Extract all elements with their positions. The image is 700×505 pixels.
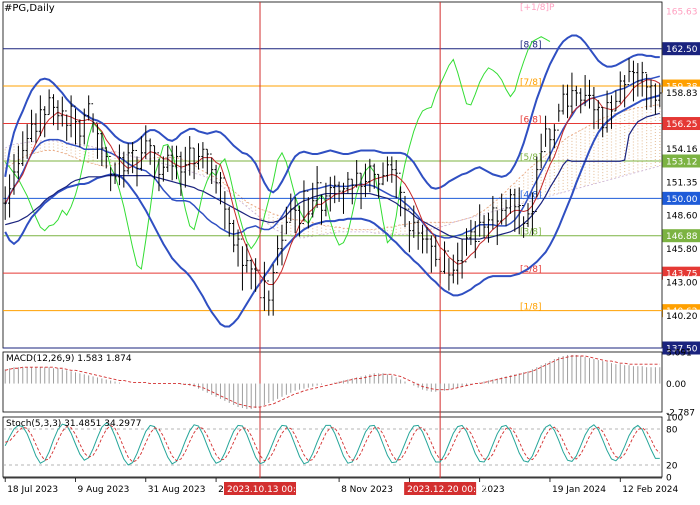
date-marker-label: 2023.12.20 00:00 <box>404 482 488 495</box>
price-axis-label-text: 151.35 <box>666 179 698 189</box>
price-axis-label-text: 165.63 <box>666 8 698 18</box>
price-axis-label: 140.20 <box>663 309 700 322</box>
murrey-level-label: [5/8] <box>520 153 542 163</box>
price-axis-label: 165.63 <box>663 5 700 18</box>
price-axis-label: 151.35 <box>663 176 700 189</box>
stochastic-axis-label: 0 <box>666 474 672 484</box>
price-axis-label-text: 153.12 <box>666 157 698 167</box>
stochastic-axis-label: 100 <box>666 414 683 424</box>
price-axis-label: 143.00 <box>663 276 700 289</box>
macd-label: MACD(12,26,9) 1.583 1.874 <box>6 354 132 364</box>
murrey-level-label: [1/8] <box>520 303 542 313</box>
price-axis-label: 156.25 <box>662 117 700 131</box>
price-axis-label: 162.50 <box>662 42 700 56</box>
symbol-label: #PG,Daily <box>4 3 55 14</box>
price-chart: [+1/8]P[8/8][7/8][6/8][5/8][4/8][3/8][2/… <box>0 0 700 500</box>
price-axis-label-text: 158.83 <box>666 89 698 99</box>
stochastic-axis-label: 20 <box>666 462 678 472</box>
price-axis-label-text: 154.16 <box>666 145 698 155</box>
stochastic-axis-label: 80 <box>666 426 678 436</box>
price-axis-label-text: 162.50 <box>666 45 698 55</box>
date-marker-label-text: 2023.10.13 00:00 <box>227 485 308 495</box>
murrey-level-label: [+1/8]P <box>520 3 555 13</box>
price-axis-label-text: 140.20 <box>666 312 698 322</box>
time-axis-label: 9 Aug 2023 <box>77 485 129 495</box>
time-axis-label: 31 Aug 2023 <box>148 485 206 495</box>
stochastic-label: Stoch(5,3,3) 31.4851 34.2977 <box>6 419 141 429</box>
price-axis-label: 153.12 <box>662 154 700 168</box>
price-axis-label-text: 148.60 <box>666 212 698 222</box>
price-axis-label: 148.60 <box>663 209 700 222</box>
price-axis-label-text: 156.25 <box>666 120 698 130</box>
date-marker-label-text: 2023.12.20 00:00 <box>407 485 488 495</box>
date-marker-label: 2023.10.13 00:00 <box>224 482 308 495</box>
price-axis-label-text: 145.80 <box>666 245 698 255</box>
price-axis-label: 154.16 <box>663 142 700 155</box>
price-axis-label-text: 150.00 <box>666 195 698 205</box>
macd-axis-label: 0.00 <box>666 380 686 390</box>
chart-root: [+1/8]P [8/8] [7/8] [6/8] [5/8] [4/8] [3/8] [2/… <box>0 0 700 500</box>
price-axis-label: 145.80 <box>663 242 700 255</box>
time-axis-label: 12 Feb 2024 <box>622 485 678 495</box>
price-axis-label: 146.88 <box>662 229 700 243</box>
price-axis-label: 150.00 <box>662 191 700 205</box>
time-axis-label: 8 Nov 2023 <box>341 485 393 495</box>
price-axis-label-text: 146.88 <box>666 232 698 242</box>
time-axis-label: 18 Jul 2023 <box>7 485 58 495</box>
macd-axis-label: 3.091 <box>666 349 692 359</box>
price-axis-label: 158.83 <box>663 86 700 99</box>
price-axis-label-text: 143.00 <box>666 279 698 289</box>
murrey-level-label: [7/8] <box>520 78 542 88</box>
time-axis-label: 19 Jan 2024 <box>552 485 606 495</box>
